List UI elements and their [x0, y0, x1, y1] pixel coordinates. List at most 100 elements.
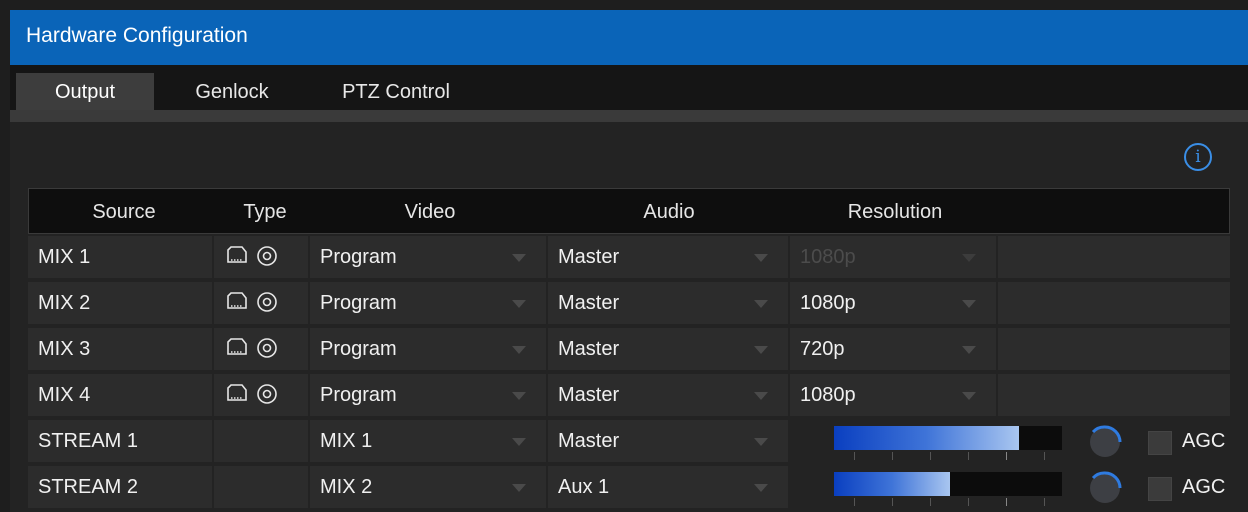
header-video: Video	[404, 201, 456, 223]
audio-value: Master	[558, 292, 620, 314]
record-output-icon	[257, 246, 277, 266]
audio-value: Aux 1	[558, 476, 610, 498]
hardware-configuration-window: Hardware Configuration Output Genlock PT…	[0, 0, 1248, 512]
spacer-cell	[998, 282, 1230, 324]
chevron-down-icon	[512, 438, 526, 446]
resolution-value: 720p	[800, 338, 845, 360]
chevron-down-icon	[962, 392, 976, 400]
chevron-down-icon	[754, 484, 768, 492]
source-cell: MIX 1	[28, 236, 212, 278]
chevron-down-icon	[512, 392, 526, 400]
video-dropdown[interactable]: MIX 1	[310, 420, 546, 462]
type-cell	[214, 236, 308, 278]
chevron-down-icon	[962, 300, 976, 308]
header-source: Source	[92, 201, 156, 223]
video-value: Program	[320, 246, 397, 268]
spacer-cell	[998, 236, 1230, 278]
audio-dropdown[interactable]: Master	[548, 420, 788, 462]
tab-ptz-control[interactable]: PTZ Control	[320, 73, 472, 110]
ndi-output-icon	[227, 384, 247, 401]
table-row: STREAM 1 MIX 1 Master AGC	[28, 418, 1230, 462]
meter-ticks	[834, 496, 1062, 508]
audio-dropdown[interactable]: Master	[548, 236, 788, 278]
chevron-down-icon	[962, 346, 976, 354]
spacer-cell	[998, 328, 1230, 370]
agc-checkbox[interactable]	[1148, 477, 1172, 501]
table-header: Source Type Video Audio Resolution	[28, 188, 1230, 234]
chevron-down-icon	[754, 392, 768, 400]
audio-value: Master	[558, 246, 620, 268]
audio-level-slider[interactable]	[834, 472, 1062, 496]
table-row: MIX 4 Program Master 1080p	[28, 372, 1230, 416]
source-cell: MIX 2	[28, 282, 212, 324]
chevron-down-icon	[512, 254, 526, 262]
chevron-down-icon	[962, 254, 976, 262]
type-cell	[214, 328, 308, 370]
audio-level-fill	[834, 472, 951, 496]
tab-bar: Output Genlock PTZ Control	[10, 65, 1248, 110]
header-resolution: Resolution	[847, 201, 943, 223]
tab-underline	[10, 110, 1248, 122]
gain-knob-icon[interactable]	[1088, 471, 1122, 505]
header-type: Type	[243, 201, 287, 223]
meter-ticks	[834, 450, 1062, 462]
table-row: MIX 2 Program Master 1080p	[28, 280, 1230, 324]
window-title: Hardware Configuration	[10, 10, 1248, 65]
tab-genlock[interactable]: Genlock	[172, 73, 292, 110]
table-row: MIX 3 Program Master 720p	[28, 326, 1230, 370]
table-row: MIX 1 Program Master 1080p	[28, 234, 1230, 278]
type-cell	[214, 420, 308, 462]
source-cell: MIX 4	[28, 374, 212, 416]
resolution-dropdown[interactable]: 1080p	[790, 282, 996, 324]
source-cell: MIX 3	[28, 328, 212, 370]
resolution-dropdown[interactable]: 1080p	[790, 374, 996, 416]
record-output-icon	[257, 338, 277, 358]
audio-dropdown[interactable]: Master	[548, 374, 788, 416]
resolution-value: 1080p	[800, 246, 856, 268]
type-cell	[214, 466, 308, 508]
video-dropdown[interactable]: Program	[310, 328, 546, 370]
video-dropdown[interactable]: Program	[310, 374, 546, 416]
resolution-value: 1080p	[800, 292, 856, 314]
chevron-down-icon	[512, 300, 526, 308]
video-dropdown[interactable]: MIX 2	[310, 466, 546, 508]
ndi-output-icon	[227, 246, 247, 263]
audio-dropdown[interactable]: Master	[548, 282, 788, 324]
video-value: Program	[320, 384, 397, 406]
audio-value: Master	[558, 338, 620, 360]
audio-dropdown[interactable]: Master	[548, 328, 788, 370]
audio-level-slider[interactable]	[834, 426, 1062, 450]
resolution-dropdown[interactable]: 1080p	[790, 236, 996, 278]
chevron-down-icon	[512, 346, 526, 354]
record-output-icon	[257, 384, 277, 404]
gain-knob-icon[interactable]	[1088, 425, 1122, 459]
ndi-output-icon	[227, 338, 247, 355]
agc-checkbox[interactable]	[1148, 431, 1172, 455]
info-icon[interactable]: i	[1184, 143, 1212, 171]
video-dropdown[interactable]: Program	[310, 282, 546, 324]
source-cell: STREAM 2	[28, 466, 212, 508]
agc-label: AGC	[1182, 430, 1226, 452]
video-value: Program	[320, 338, 397, 360]
audio-value: Master	[558, 384, 620, 406]
video-value: MIX 2	[320, 476, 373, 498]
video-value: Program	[320, 292, 397, 314]
type-cell	[214, 282, 308, 324]
agc-label: AGC	[1182, 476, 1226, 498]
table-row: STREAM 2 MIX 2 Aux 1 AGC	[28, 464, 1230, 508]
video-dropdown[interactable]: Program	[310, 236, 546, 278]
chevron-down-icon	[754, 300, 768, 308]
source-cell: STREAM 1	[28, 420, 212, 462]
chevron-down-icon	[754, 254, 768, 262]
ndi-output-icon	[227, 292, 247, 309]
record-output-icon	[257, 292, 277, 312]
type-cell	[214, 374, 308, 416]
chevron-down-icon	[512, 484, 526, 492]
audio-level-fill	[834, 426, 1019, 450]
audio-value: Master	[558, 430, 620, 452]
chevron-down-icon	[754, 438, 768, 446]
resolution-dropdown[interactable]: 720p	[790, 328, 996, 370]
audio-dropdown[interactable]: Aux 1	[548, 466, 788, 508]
video-value: MIX 1	[320, 430, 373, 452]
tab-output[interactable]: Output	[16, 73, 154, 110]
